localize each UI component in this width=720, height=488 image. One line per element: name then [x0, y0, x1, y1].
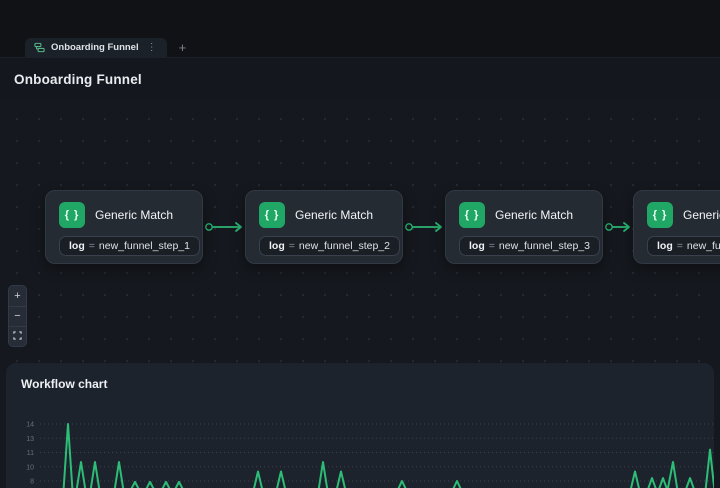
- workflow-icon: [34, 42, 45, 53]
- fit-view-icon: [13, 331, 22, 343]
- edge-connection: [206, 223, 241, 231]
- node-param-pill[interactable]: log = new_funnel_step_2: [259, 236, 400, 256]
- param-key: log: [269, 240, 285, 252]
- node-title: Generic Match: [683, 208, 720, 222]
- zoom-controls: + −: [8, 285, 27, 347]
- param-operator: =: [89, 240, 95, 252]
- fit-view-button[interactable]: [9, 326, 26, 346]
- zoom-out-button[interactable]: −: [9, 306, 26, 326]
- workflow-chart: 14 13 11 10 8: [6, 363, 714, 488]
- kebab-menu-icon[interactable]: ⋮: [145, 43, 159, 53]
- edge-connection: [406, 223, 441, 231]
- y-axis-tick-label: 10: [26, 464, 34, 471]
- param-key: log: [69, 240, 85, 252]
- y-axis-tick-label: 8: [30, 479, 34, 486]
- zoom-in-button[interactable]: +: [9, 286, 26, 306]
- node-param-pill[interactable]: log = new_funnel_step_4: [647, 236, 720, 256]
- braces-icon: { }: [59, 202, 85, 228]
- param-value: new_funnel_step_4: [687, 240, 720, 252]
- braces-icon: { }: [647, 202, 673, 228]
- tab-label: Onboarding Funnel: [51, 42, 139, 53]
- node-header: { } Generic Match: [46, 191, 202, 228]
- node-title: Generic Match: [495, 208, 573, 222]
- node-generic-match[interactable]: { } Generic Match log = new_funnel_step_2: [245, 190, 403, 264]
- param-value: new_funnel_step_3: [499, 240, 590, 252]
- node-header: { } Generic Match: [446, 191, 602, 228]
- node-generic-match[interactable]: { } Generic Match log = new_funnel_step_1: [45, 190, 203, 264]
- param-key: log: [657, 240, 673, 252]
- node-title: Generic Match: [295, 208, 373, 222]
- node-generic-match[interactable]: { } Generic Match log = new_funnel_step_4: [633, 190, 720, 264]
- window-top-bar: [0, 0, 720, 38]
- node-generic-match[interactable]: { } Generic Match log = new_funnel_step_3: [445, 190, 603, 264]
- y-axis-tick-label: 13: [26, 436, 34, 443]
- workflow-canvas[interactable]: { }Generic Matchlog=new_funnel_step_1{ }…: [0, 100, 720, 488]
- page-title: Onboarding Funnel: [14, 72, 142, 87]
- edge-connection: [606, 223, 629, 231]
- y-axis-tick-label: 11: [27, 450, 34, 457]
- braces-icon: { }: [259, 202, 285, 228]
- chart-line-series: [6, 424, 714, 488]
- page-header: Onboarding Funnel: [0, 57, 720, 100]
- node-param-pill[interactable]: log = new_funnel_step_3: [459, 236, 600, 256]
- y-axis-tick-label: 14: [26, 422, 34, 429]
- braces-icon: { }: [459, 202, 485, 228]
- param-operator: =: [677, 240, 683, 252]
- node-param-pill[interactable]: log = new_funnel_step_1: [59, 236, 200, 256]
- tab-onboarding-funnel[interactable]: Onboarding Funnel ⋮: [25, 38, 167, 57]
- param-operator: =: [489, 240, 495, 252]
- new-tab-button[interactable]: +: [179, 41, 187, 54]
- param-operator: =: [289, 240, 295, 252]
- node-title: Generic Match: [95, 208, 173, 222]
- node-header: { } Generic Match: [634, 191, 720, 228]
- app-window: Onboarding Funnel ⋮ + Onboarding Funnel …: [0, 0, 720, 488]
- param-value: new_funnel_step_1: [99, 240, 190, 252]
- tab-bar: Onboarding Funnel ⋮ +: [0, 38, 720, 57]
- workflow-chart-panel: Workflow chart 141311108: [6, 363, 714, 488]
- param-value: new_funnel_step_2: [299, 240, 390, 252]
- param-key: log: [469, 240, 485, 252]
- node-header: { } Generic Match: [246, 191, 402, 228]
